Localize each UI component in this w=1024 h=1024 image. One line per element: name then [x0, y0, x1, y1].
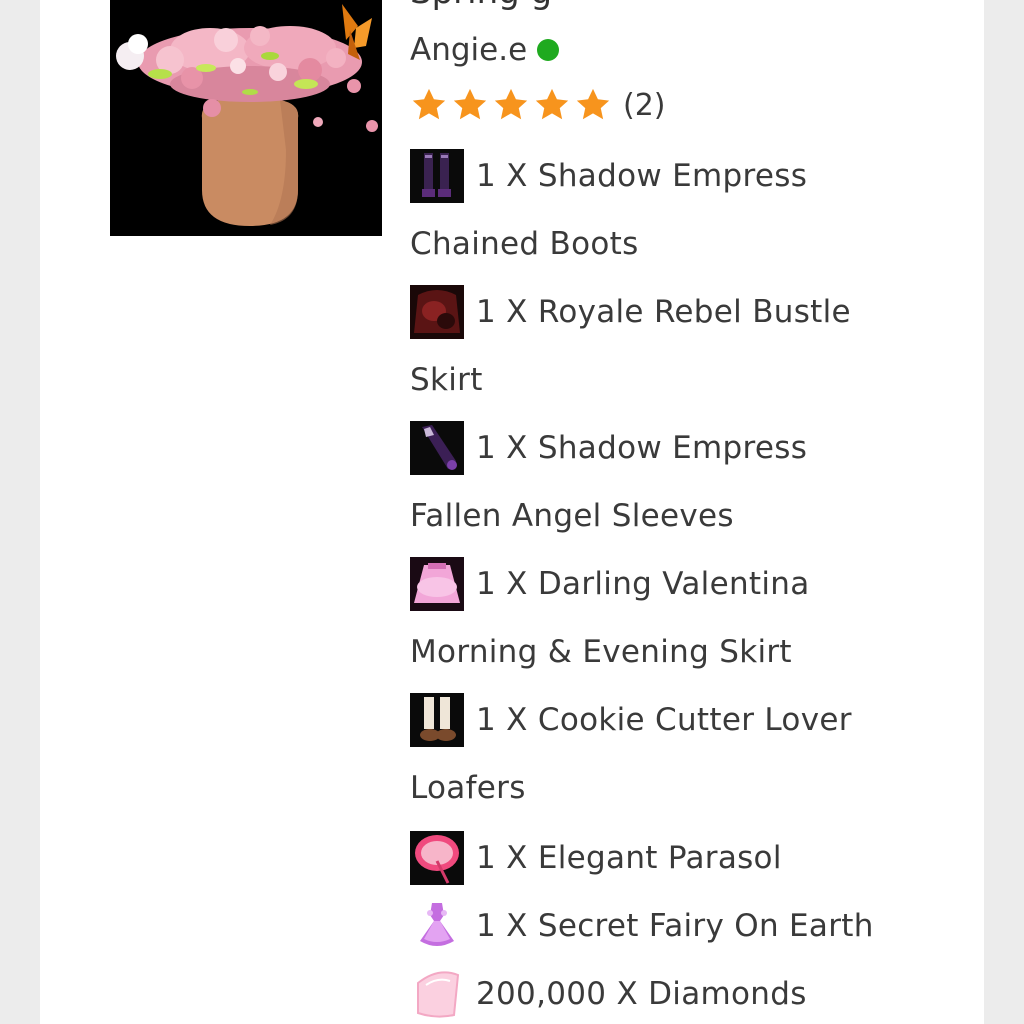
pink-skirt-icon: [410, 557, 464, 611]
item-row-continued: Fallen Angel Sleeves: [410, 488, 734, 544]
item-row-continued: Skirt: [410, 352, 483, 408]
item-line: 1 X Shadow Empress: [476, 158, 808, 194]
dark-boots-icon: [410, 149, 464, 203]
bustle-skirt-icon: [410, 285, 464, 339]
listing-card[interactable]: Spring g Angie.e (2) 1 X Shado: [40, 0, 984, 1024]
parasol-icon: [410, 831, 464, 885]
seller-name[interactable]: Angie.e: [410, 32, 527, 68]
item-line: Fallen Angel Sleeves: [410, 498, 734, 534]
item-row: 200,000 X Diamonds: [410, 966, 807, 1022]
item-line: 1 X Royale Rebel Bustle: [476, 294, 851, 330]
item-row: 1 X Elegant Parasol: [410, 830, 782, 886]
item-row-continued: Chained Boots: [410, 216, 639, 272]
item-line: Loafers: [410, 770, 526, 806]
item-line: 1 X Secret Fairy On Earth: [476, 908, 874, 944]
item-row: 1 X Shadow Empress: [410, 148, 807, 204]
diamond-icon: [417, 971, 460, 1018]
item-line: 1 X Darling Valentina: [476, 566, 810, 602]
item-row-continued: Morning & Evening Skirt: [410, 624, 792, 680]
star-icon: [412, 88, 446, 120]
item-row: 1 X Cookie Cutter Lover: [410, 692, 852, 748]
online-status-icon: [537, 39, 560, 61]
item-line: 1 X Shadow Empress: [476, 430, 808, 466]
star-icon: [535, 88, 569, 120]
item-row-continued: Loafers: [410, 760, 526, 816]
review-count[interactable]: (2): [623, 88, 666, 123]
seller-rating: (2): [410, 86, 666, 124]
item-line: Morning & Evening Skirt: [410, 634, 792, 670]
dark-sleeves-icon: [410, 421, 464, 475]
item-line: Skirt: [410, 362, 483, 398]
star-icon: [494, 88, 528, 120]
item-row: 1 X Secret Fairy On Earth: [410, 898, 874, 954]
listing-title: Spring g: [410, 0, 552, 12]
fairy-dress-icon: [420, 903, 454, 946]
flower-crown-image: [110, 0, 382, 236]
item-row: 1 X Royale Rebel Bustle: [410, 284, 851, 340]
item-line: 1 X Cookie Cutter Lover: [476, 702, 852, 738]
item-line: 200,000 X Diamonds: [476, 976, 807, 1012]
item-line: Chained Boots: [410, 226, 639, 262]
item-row: 1 X Darling Valentina: [410, 556, 810, 612]
loafers-icon: [410, 693, 464, 747]
item-row: 1 X Shadow Empress: [410, 420, 807, 476]
seller-row[interactable]: Angie.e: [410, 32, 560, 68]
listing-thumbnail[interactable]: [110, 0, 382, 236]
star-icon: [576, 88, 610, 120]
item-line: 1 X Elegant Parasol: [476, 840, 782, 876]
star-icon: [453, 88, 487, 120]
